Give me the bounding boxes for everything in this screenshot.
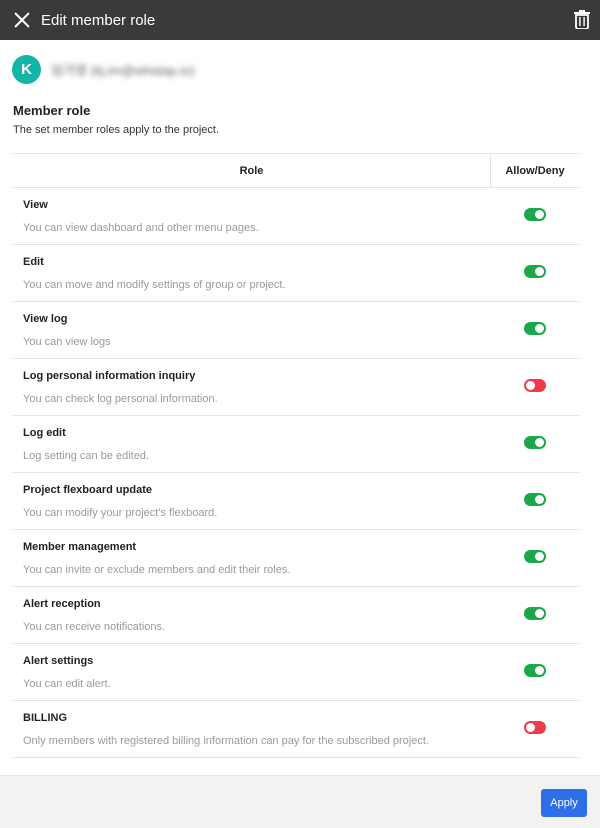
role-description: You can view logs [23,336,111,348]
role-table: Role Allow/Deny View You can view dashboa… [13,153,579,758]
toggle-knob [535,495,544,504]
role-description: You can move and modify settings of grou… [23,279,286,291]
allow-toggle[interactable] [524,208,546,221]
toggle-knob [535,666,544,675]
toggle-knob [526,723,535,732]
table-row: Alert reception You can receive notificat… [13,587,579,644]
table-row: Project flexboard update You can modify y… [13,473,579,530]
allow-toggle[interactable] [524,322,546,335]
toggle-knob [535,552,544,561]
modal-header: Edit member role [0,0,600,40]
role-name: Alert reception [23,598,101,610]
role-description: You can edit alert. [23,678,111,690]
role-name: Alert settings [23,655,94,667]
table-row: Alert settings You can edit alert. [13,644,579,701]
toggle-knob [535,267,544,276]
allow-toggle[interactable] [524,379,546,392]
apply-button[interactable]: Apply [541,789,587,817]
trash-icon[interactable] [574,10,590,29]
allow-toggle[interactable] [524,721,546,734]
toggle-knob [535,210,544,219]
role-description: Log setting can be edited. [23,450,149,462]
role-description: You can modify your project's flexboard. [23,507,218,519]
table-row: View You can view dashboard and other men… [13,188,579,245]
allow-toggle[interactable] [524,493,546,506]
allow-toggle[interactable] [524,550,546,563]
role-name: Project flexboard update [23,484,152,496]
allow-toggle[interactable] [524,664,546,677]
table-row: BILLING Only members with registered bill… [13,701,579,758]
avatar: K [12,55,41,84]
section-title: Member role [13,103,91,118]
toggle-knob [535,609,544,618]
table-row: Log edit Log setting can be edited. [13,416,579,473]
close-icon[interactable] [11,9,33,31]
toggle-knob [535,438,544,447]
modal-title: Edit member role [41,11,156,29]
table-row: Log personal information inquiry You can … [13,359,579,416]
role-name: View log [23,313,68,325]
role-rows: View You can view dashboard and other men… [13,188,579,758]
toggle-knob [526,381,535,390]
table-header: Role Allow/Deny [13,153,579,188]
column-header-allow: Allow/Deny [505,164,565,177]
role-description: You can check log personal information. [23,393,218,405]
allow-toggle[interactable] [524,265,546,278]
member-name: 임가영 (kj.im@whatap.io) [51,63,195,78]
allow-toggle[interactable] [524,607,546,620]
table-row: Edit You can move and modify settings of … [13,245,579,302]
role-name: BILLING [23,712,67,724]
toggle-knob [535,324,544,333]
modal-footer: Apply [0,775,600,828]
role-description: You can receive notifications. [23,621,166,633]
table-row: View log You can view logs [13,302,579,359]
role-name: Edit [23,256,44,268]
table-row: Member management You can invite or exclu… [13,530,579,587]
section-description: The set member roles apply to the projec… [13,124,220,136]
role-name: Log edit [23,427,66,439]
member-info: K 임가영 (kj.im@whatap.io) [12,55,195,84]
role-description: You can view dashboard and other menu pa… [23,222,259,234]
allow-toggle[interactable] [524,436,546,449]
role-description: You can invite or exclude members and ed… [23,564,291,576]
role-description: Only members with registered billing inf… [23,735,429,747]
column-header-role: Role [13,154,491,187]
role-name: Log personal information inquiry [23,370,196,382]
role-name: View [23,199,48,211]
role-name: Member management [23,541,137,553]
